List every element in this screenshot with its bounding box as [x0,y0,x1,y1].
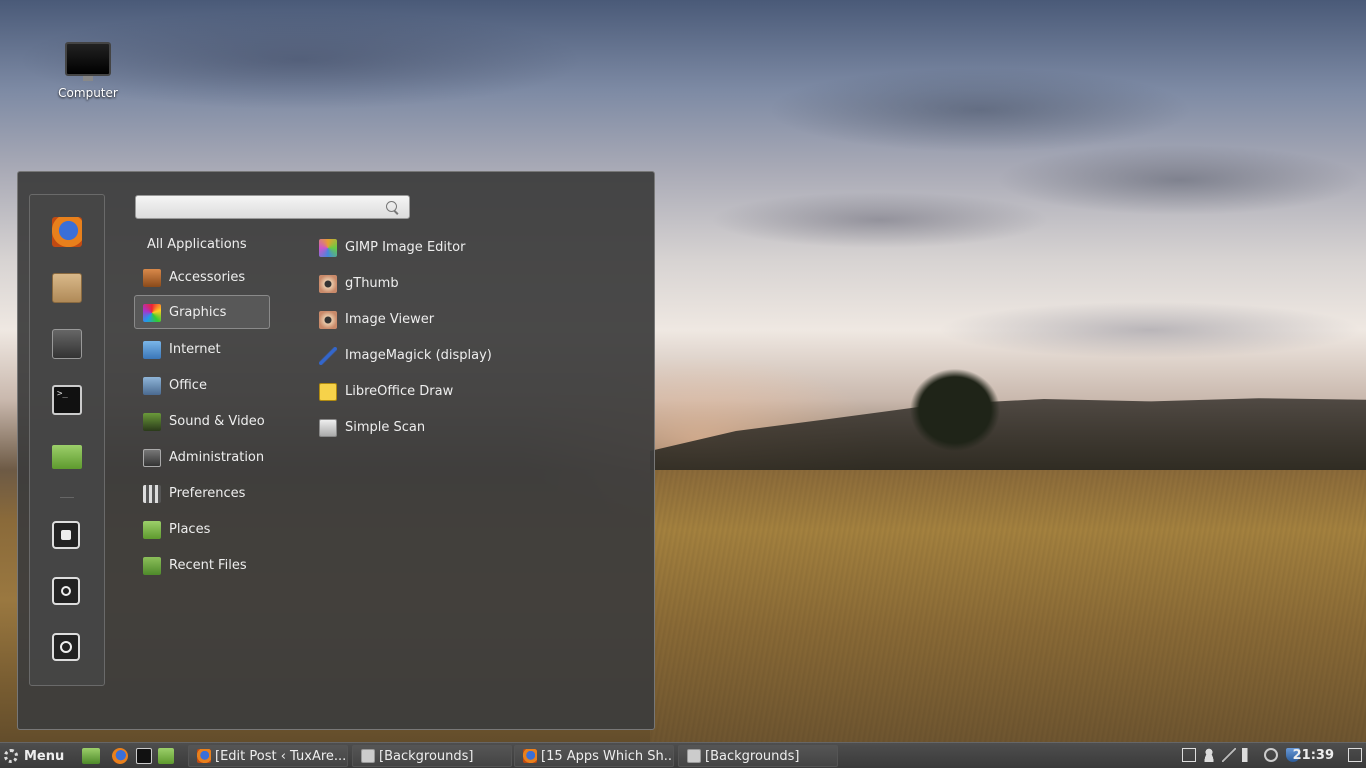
firefox-icon[interactable] [52,217,82,247]
application-menu: >_ All Applications Accessories Graphics… [17,171,655,730]
graphics-icon [143,304,161,322]
category-label: Preferences [169,486,246,501]
file-manager-icon [361,749,375,763]
gthumb-icon [319,275,337,293]
terminal-icon[interactable] [136,748,152,764]
app-label: GIMP Image Editor [345,240,466,255]
favorites-separator [60,497,74,498]
category-preferences[interactable]: Preferences [134,476,270,510]
gear-icon [4,749,18,763]
app-label: LibreOffice Draw [345,384,454,399]
category-office[interactable]: Office [134,368,270,402]
category-recent-files[interactable]: Recent Files [134,548,270,582]
internet-icon [143,341,161,359]
computer-icon [65,42,111,81]
terminal-icon[interactable]: >_ [52,385,82,415]
menu-button[interactable]: Menu [4,746,64,766]
app-libreoffice-draw[interactable]: LibreOffice Draw [317,375,547,409]
imagemagick-icon [319,347,337,365]
image-viewer-icon [319,311,337,329]
firefox-icon[interactable] [112,748,128,764]
logout-icon[interactable] [52,577,80,605]
category-internet[interactable]: Internet [134,332,270,366]
app-simple-scan[interactable]: Simple Scan [317,411,547,445]
favorites-panel: >_ [29,194,105,686]
taskbar-window-button[interactable]: [15 Apps Which Sh... [514,745,674,767]
office-icon [143,377,161,395]
simple-scan-icon [319,419,337,437]
file-manager-icon[interactable] [158,748,174,764]
mail-icon[interactable] [1182,748,1196,762]
software-manager-icon[interactable] [52,273,82,303]
volume-icon[interactable] [1242,748,1256,762]
recent-files-icon [143,557,161,575]
category-label: Recent Files [169,558,247,573]
category-label: Office [169,378,207,393]
gimp-icon [319,239,337,257]
category-label: Graphics [169,305,227,320]
libreoffice-draw-icon [319,383,337,401]
network-icon[interactable] [1222,748,1236,762]
category-places[interactable]: Places [134,512,270,546]
show-desktop-icon[interactable] [82,748,100,764]
taskbar-window-label: [Backgrounds] [379,748,474,764]
taskbar-window-label: [Edit Post ‹ TuxAre... [215,748,347,764]
places-icon [143,521,161,539]
desktop-icon-computer[interactable]: Computer [52,42,124,100]
home-folder-icon[interactable] [52,445,82,469]
taskbar-window-button[interactable]: [Edit Post ‹ TuxAre... [188,745,348,767]
search-box[interactable] [135,195,410,219]
firefox-icon [197,749,211,763]
app-image-viewer[interactable]: Image Viewer [317,303,547,337]
system-settings-icon[interactable] [52,329,82,359]
menu-label: Menu [24,748,65,764]
app-label: Simple Scan [345,420,426,435]
category-sound-video[interactable]: Sound & Video [134,404,270,438]
category-label: Sound & Video [169,414,265,429]
wallpaper-trees [895,360,1015,470]
power-icon[interactable] [52,633,80,661]
search-icon [386,201,397,212]
desktop-icon-label: Computer [58,86,118,100]
app-gthumb[interactable]: gThumb [317,267,547,301]
wallpaper-field [650,470,1366,745]
taskbar-window-button[interactable]: [Backgrounds] [678,745,838,767]
category-accessories[interactable]: Accessories [134,260,270,294]
category-label: All Applications [147,237,247,252]
category-label: Accessories [169,270,246,285]
category-label: Administration [169,450,265,465]
app-gimp[interactable]: GIMP Image Editor [317,231,547,265]
clock[interactable]: 21:39 [1293,748,1334,763]
taskbar-window-label: [15 Apps Which Sh... [541,748,674,764]
category-label: Places [169,522,211,537]
lock-icon[interactable] [52,521,80,549]
category-administration[interactable]: Administration [134,440,270,474]
firefox-icon [523,749,537,763]
sound-video-icon [143,413,161,431]
preferences-icon [143,485,161,503]
category-graphics[interactable]: Graphics [134,295,270,329]
taskbar: Menu [Edit Post ‹ TuxAre... [Backgrounds… [0,742,1366,768]
taskbar-window-button[interactable]: [Backgrounds] [352,745,512,767]
app-label: gThumb [345,276,399,291]
administration-icon [143,449,161,467]
window-list-icon[interactable] [1348,748,1362,762]
file-manager-icon [687,749,701,763]
category-all-applications[interactable]: All Applications [134,227,270,261]
user-icon[interactable] [1202,748,1216,762]
app-label: ImageMagick (display) [345,348,492,363]
category-label: Internet [169,342,221,357]
app-imagemagick[interactable]: ImageMagick (display) [317,339,547,373]
search-input[interactable] [144,197,383,219]
taskbar-window-label: [Backgrounds] [705,748,800,764]
accessories-icon [143,269,161,287]
app-label: Image Viewer [345,312,435,327]
update-manager-icon[interactable] [1264,748,1278,762]
